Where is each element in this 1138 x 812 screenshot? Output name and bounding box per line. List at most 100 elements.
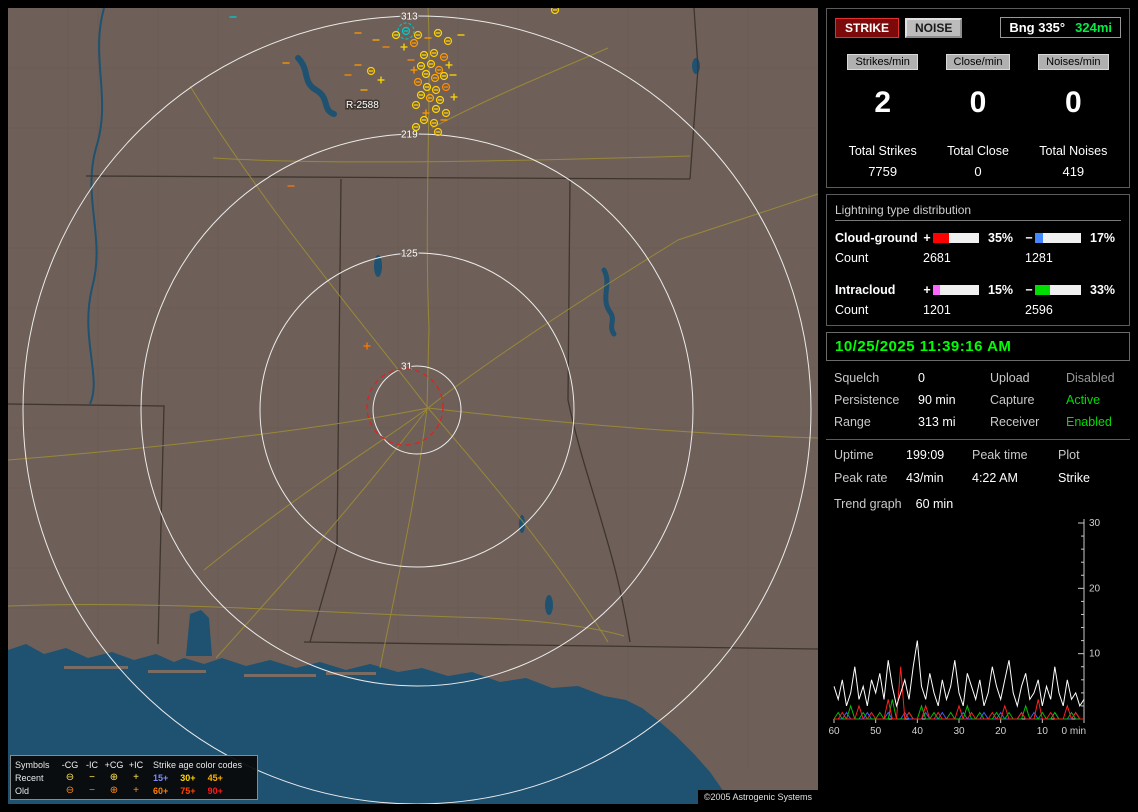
cg-plus-bar: [933, 233, 979, 243]
minus-sign: −: [1023, 283, 1035, 297]
settings-grid: Squelch 0 Upload Disabled Persistence 90…: [826, 369, 1130, 439]
svg-text:10: 10: [1037, 726, 1049, 737]
peak-rate-value: 43/min: [906, 471, 972, 485]
cg-minus-pct: 17%: [1085, 231, 1121, 245]
legend-old-label: Old: [11, 786, 59, 796]
plus-sign: +: [921, 231, 933, 245]
peak-rate-label: Peak rate: [834, 471, 906, 485]
ring-label: 125: [401, 249, 418, 260]
cg-minus-bar: [1035, 233, 1081, 243]
noise-mode-button[interactable]: NOISE: [905, 18, 962, 38]
noises-per-min-button[interactable]: Noises/min: [1038, 54, 1108, 70]
age-codes-old: 60+ 75+ 90+: [147, 786, 257, 796]
cg-minus-count: 1281: [1023, 251, 1121, 265]
legend-header-row: Symbols -CG -IC +CG +IC Strike age color…: [11, 758, 257, 771]
trend-series-other: [834, 713, 1084, 720]
neg-ic-icon: −: [81, 785, 103, 796]
ring-label: 219: [401, 130, 418, 141]
legend-col-pos-cg: +CG: [103, 760, 125, 770]
trend-series-strikes: [834, 641, 1084, 706]
total-noises: Total Noises 419: [1026, 134, 1121, 179]
age-code: 30+: [180, 773, 195, 783]
range-value: 313 mi: [918, 415, 990, 429]
persistence-label: Persistence: [834, 393, 918, 407]
svg-text:50: 50: [870, 726, 882, 737]
close-per-min-button[interactable]: Close/min: [946, 54, 1011, 70]
total-close-value: 0: [930, 164, 1025, 179]
strikes-per-min-button[interactable]: Strikes/min: [847, 54, 917, 70]
peak-time-value: 4:22 AM: [972, 471, 1058, 485]
strikes-per-min-value: 2: [835, 86, 930, 120]
svg-text:20: 20: [1089, 583, 1101, 594]
total-strikes-label: Total Strikes: [835, 144, 930, 158]
persistence-value: 90 min: [918, 393, 990, 407]
lightning-map[interactable]: 31321912531 R-2588 Symbols -CG -IC +CG +…: [8, 8, 818, 804]
status-sidebar: STRIKE NOISE Bng 335° 324mi Strikes/min …: [826, 8, 1130, 804]
ic-minus-pct: 33%: [1085, 283, 1121, 297]
distribution-panel: Lightning type distribution Cloud-ground…: [826, 194, 1130, 326]
age-code: 75+: [180, 786, 195, 796]
mode-row: STRIKE NOISE Bng 335° 324mi: [835, 17, 1121, 38]
cg-plus-count: 2681: [921, 251, 1023, 265]
range-label: Range: [834, 415, 918, 429]
svg-text:20: 20: [995, 726, 1007, 737]
rate-labels-row: Strikes/min Close/min Noises/min: [835, 52, 1121, 70]
strike-mode-button[interactable]: STRIKE: [835, 18, 899, 38]
age-code: 90+: [208, 786, 223, 796]
legend-symbols-header: Symbols: [11, 760, 59, 770]
trend-graph-window: 60 min: [916, 497, 954, 511]
pos-cg-icon: ⊕: [103, 785, 125, 796]
trend-graph-row: Trend graph 60 min: [826, 487, 1130, 513]
ic-plus-pct: 15%: [983, 283, 1023, 297]
legend-old-row: Old ⊖ − ⊕ + 60+75+90+: [11, 784, 257, 797]
svg-text:40: 40: [912, 726, 924, 737]
cloud-ground-label: Cloud-ground: [835, 231, 921, 245]
ic-plus-count: 1201: [921, 303, 1023, 317]
trend-graph-canvas: 1020306050403020100 min: [828, 515, 1120, 747]
receiver-label: Receiver: [990, 415, 1066, 429]
count-label: Count: [835, 303, 921, 317]
legend-col-pos-ic: +IC: [125, 760, 147, 770]
upload-label: Upload: [990, 371, 1066, 385]
total-noises-value: 419: [1026, 164, 1121, 179]
plot-label: Plot: [1058, 448, 1120, 462]
age-codes-recent: 15+30+45+: [147, 773, 257, 783]
svg-text:60: 60: [828, 726, 840, 737]
ring-label: 31: [401, 362, 413, 373]
bearing-distance: 324mi: [1075, 20, 1112, 35]
distribution-title: Lightning type distribution: [835, 203, 1121, 221]
trend-graph-label: Trend graph: [834, 497, 902, 511]
svg-text:10: 10: [1089, 649, 1101, 660]
datetime-readout: 10/25/2025 11:39:16 AM: [826, 332, 1130, 361]
nexstorm-window: 31321912531 R-2588 Symbols -CG -IC +CG +…: [0, 0, 1138, 812]
ic-plus-bar: [933, 285, 979, 295]
intracloud-label: Intracloud: [835, 283, 921, 297]
age-code: 60+: [153, 786, 168, 796]
plot-value: Strike: [1058, 471, 1120, 485]
neg-cg-icon: ⊖: [59, 772, 81, 783]
neg-cg-icon: ⊖: [59, 785, 81, 796]
total-strikes: Total Strikes 7759: [835, 134, 930, 179]
bearing-label: Bng 335°: [1009, 20, 1065, 35]
map-canvas: 31321912531 R-2588: [8, 8, 818, 804]
neg-ic-icon: −: [81, 772, 103, 783]
pos-cg-icon: ⊕: [103, 772, 125, 783]
stats-panel: STRIKE NOISE Bng 335° 324mi Strikes/min …: [826, 8, 1130, 188]
legend-col-neg-cg: -CG: [59, 760, 81, 770]
cg-plus-pct: 35%: [983, 231, 1023, 245]
age-code: 15+: [153, 773, 168, 783]
capture-value: Active: [1066, 393, 1128, 407]
distribution-grid: Cloud-ground + 35% − 17% Count 2681 1281…: [835, 231, 1121, 317]
rate-values-row: 2 0 0: [835, 84, 1121, 120]
uptime-label: Uptime: [834, 448, 906, 462]
total-close-label: Total Close: [930, 144, 1025, 158]
map-legend: Symbols -CG -IC +CG +IC Strike age color…: [10, 755, 258, 800]
totals-row: Total Strikes 7759 Total Close 0 Total N…: [835, 134, 1121, 179]
legend-recent-label: Recent: [11, 773, 59, 783]
bearing-readout: Bng 335° 324mi: [1000, 17, 1121, 38]
upload-value: Disabled: [1066, 371, 1128, 385]
total-close: Total Close 0: [930, 134, 1025, 179]
uptime-value: 199:09: [906, 448, 972, 462]
ic-minus-bar: [1035, 285, 1081, 295]
ic-minus-count: 2596: [1023, 303, 1121, 317]
